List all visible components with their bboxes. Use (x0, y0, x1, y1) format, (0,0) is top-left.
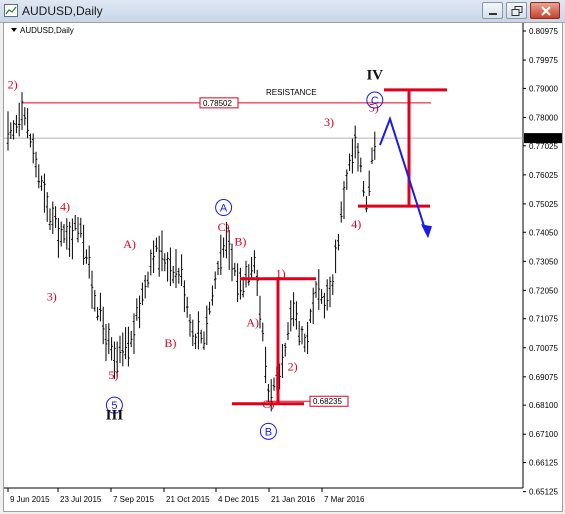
price-tick-label: 0.65125 (529, 488, 558, 497)
resistance-price-label: 0.78502 (203, 99, 232, 108)
price-tick-label: 0.66125 (529, 459, 558, 468)
wave-label-roman: III (106, 408, 124, 424)
date-tick-label: 7 Mar 2016 (324, 495, 365, 504)
date-tick-label: 9 Jun 2015 (10, 495, 50, 504)
wave-label-red: 4) (60, 199, 70, 213)
restore-icon (511, 6, 523, 16)
chart-window: AUDUSD,Daily 0.80975 0.79975 0.79000 0.7800… (0, 0, 565, 514)
minimize-button[interactable] (482, 2, 503, 19)
wave-label-red: 5) (108, 368, 118, 382)
price-tick-label: 0.71075 (529, 315, 558, 324)
wave-label-red: 2) (288, 359, 298, 373)
symbol-label: AUDUSD,Daily (20, 26, 74, 35)
price-tick-label: 0.75025 (529, 200, 558, 209)
restore-button[interactable] (506, 2, 527, 19)
window-titlebar[interactable]: AUDUSD,Daily (0, 0, 565, 23)
price-tick-label: 0.79975 (529, 56, 558, 65)
chart-window-icon (4, 4, 18, 17)
price-tick-label: 0.80975 (529, 27, 558, 36)
price-tick-label: 0.68100 (529, 401, 558, 410)
symbol-dropdown-icon[interactable] (11, 28, 17, 32)
wave-label-circled: A (220, 203, 228, 215)
projection-path (379, 115, 427, 233)
price-tick-label: 0.78000 (529, 113, 558, 122)
wave-label-red: 2) (8, 77, 18, 91)
wave-label-red: 3) (324, 115, 334, 129)
price-chart[interactable]: 0.80975 0.79975 0.79000 0.78000 0.77025 0.760… (4, 23, 562, 511)
wave-label-red: A) (246, 316, 259, 330)
wave-label-red: C) (262, 397, 274, 411)
wave-label-roman: IV (366, 68, 383, 84)
date-tick-label: 23 Jul 2015 (60, 495, 102, 504)
wave-label-circled: C (371, 95, 379, 107)
wave-label-red: 1) (276, 266, 286, 280)
chart-area[interactable]: 0.80975 0.79975 0.79000 0.78000 0.77025 0.760… (3, 22, 563, 512)
current-price-label: 0.77289 (527, 134, 556, 143)
minimize-icon (489, 13, 497, 15)
wave-label-red: B) (234, 234, 246, 248)
resistance-label: RESISTANCE (266, 88, 317, 97)
wave-label-red: A) (123, 237, 136, 251)
price-tick-label: 0.67100 (529, 430, 558, 439)
price-tick-label: 0.72050 (529, 286, 558, 295)
price-tick-label: 0.70075 (529, 344, 558, 353)
date-tick-label: 7 Sep 2015 (113, 495, 154, 504)
support-price-label: 0.68235 (313, 397, 342, 406)
wave-label-red: 3) (47, 290, 57, 304)
wave-label-red: 4) (351, 217, 361, 231)
wave-label-red: C) (218, 220, 230, 234)
window-title: AUDUSD,Daily (22, 4, 103, 18)
date-tick-label: 4 Dec 2015 (218, 495, 259, 504)
price-tick-label: 0.73050 (529, 257, 558, 266)
wave-label-circled: B (265, 426, 272, 438)
close-icon (541, 6, 551, 16)
price-tick-label: 0.77025 (529, 142, 558, 151)
price-tick-label: 0.76025 (529, 171, 558, 180)
price-tick-label: 0.79000 (529, 84, 558, 93)
projection-arrow-head (421, 224, 432, 239)
date-tick-label: 21 Jan 2016 (271, 495, 316, 504)
wave-label-red: B) (164, 336, 176, 350)
price-tick-label: 0.69075 (529, 373, 558, 382)
price-tick-label: 0.74050 (529, 228, 558, 237)
date-tick-label: 21 Oct 2015 (166, 495, 210, 504)
close-button[interactable] (530, 2, 560, 19)
